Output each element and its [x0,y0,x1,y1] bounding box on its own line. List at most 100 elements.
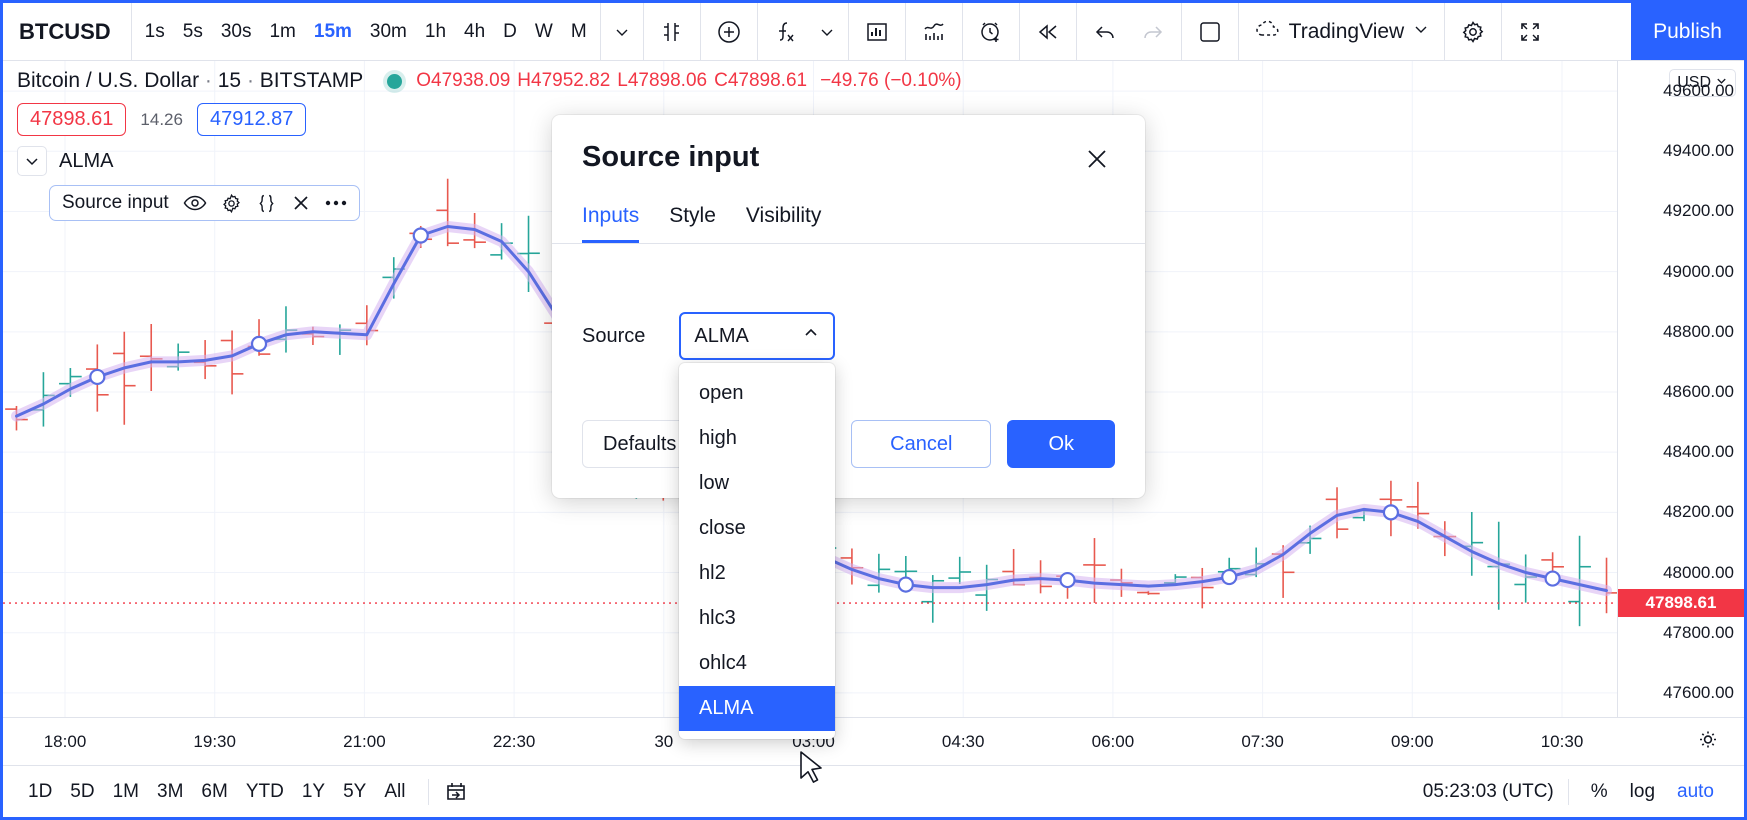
ohlc-key: H [517,70,531,91]
date-range-icon-button[interactable] [443,779,469,805]
collapse-indicator-button[interactable] [17,146,47,176]
ohlc-o: O47938.09 [416,70,510,92]
price-axis[interactable]: USD 49600.0049400.0049200.0049000.004880… [1617,61,1744,717]
dialog-tab-visibility[interactable]: Visibility [746,204,821,243]
ohlc-key: L [617,70,628,91]
fullscreen-icon-button[interactable] [1506,10,1554,54]
scale-mode-buttons: %logauto [1583,777,1722,807]
ohlc-change: −49.76 (−0.10%) [820,70,962,92]
eye-icon[interactable] [183,194,207,212]
timeframe-W[interactable]: W [526,16,562,47]
time-tick: 18:00 [44,732,87,752]
settings-group [1445,3,1502,60]
dropdown-option-open[interactable]: open [679,371,835,416]
undo-button[interactable] [1081,10,1129,54]
range-3M[interactable]: 3M [148,776,192,808]
range-1D[interactable]: 1D [19,776,61,808]
tradingview-brand-button[interactable]: TradingView [1243,18,1441,46]
source-code-icon[interactable] [256,193,277,214]
symbol-label: BTCUSD [19,19,111,45]
timeframe-5s[interactable]: 5s [174,16,212,47]
indicator-name-label[interactable]: ALMA [59,150,113,173]
dropdown-option-hl2[interactable]: hl2 [679,551,835,596]
dialog-header: Source input [552,115,1145,182]
layout-square-icon-button[interactable] [1186,10,1234,54]
dialog-tab-style[interactable]: Style [669,204,716,243]
indicators-more-button[interactable] [810,10,844,54]
ohlc-value: 47898.61 [728,70,807,91]
dropdown-option-low[interactable]: low [679,461,835,506]
add-compare-button[interactable] [705,10,753,54]
legend-symbol-title[interactable]: Bitcoin / U.S. Dollar · 15 · BITSTAMP [17,69,363,93]
range-1M[interactable]: 1M [104,776,148,808]
bottom-footer: 1D5D1M3M6MYTD1Y5YAll 05:23:03 (UTC) %log… [3,765,1744,817]
redo-button[interactable] [1129,10,1177,54]
bar-chart-icon-button[interactable] [853,10,901,54]
timeframe-1h[interactable]: 1h [416,16,455,47]
symbol-search-button[interactable]: BTCUSD [3,3,132,60]
cancel-button[interactable]: Cancel [851,420,991,468]
price-tick: 49600.00 [1663,81,1734,101]
gear-icon-button[interactable] [1449,10,1497,54]
scale-mode-%[interactable]: % [1583,777,1616,807]
legend-title-row: Bitcoin / U.S. Dollar · 15 · BITSTAMP O4… [17,69,962,93]
timeframe-M[interactable]: M [562,16,596,47]
timeframe-30m[interactable]: 30m [361,16,416,47]
range-6M[interactable]: 6M [192,776,236,808]
last-price-axis-badge[interactable]: 47898.61 [1618,589,1744,617]
timeframe-1m[interactable]: 1m [260,16,304,47]
range-5D[interactable]: 5D [61,776,103,808]
source-input-legend-label[interactable]: Source input [62,192,169,214]
line-chart-icon-button[interactable] [910,10,958,54]
source-select[interactable]: ALMA [679,312,835,360]
alarm-clock-plus-icon-button[interactable] [967,10,1015,54]
dropdown-option-close[interactable]: close [679,506,835,551]
close-icon[interactable] [291,193,311,213]
indicator-templates-group [906,3,963,60]
range-5Y[interactable]: 5Y [334,776,375,808]
dialog-close-icon[interactable] [1079,141,1115,182]
time-axis-settings-gear-icon[interactable] [1696,727,1720,756]
rewind-icon-button[interactable] [1024,10,1072,54]
scale-mode-auto[interactable]: auto [1669,777,1722,807]
timeframe-D[interactable]: D [494,16,526,47]
chart-type-group [644,3,701,60]
bid-price-badge[interactable]: 47912.87 [197,103,306,136]
add-compare-group [701,3,758,60]
price-tick: 48600.00 [1663,382,1734,402]
dropdown-option-high[interactable]: high [679,416,835,461]
publish-button[interactable]: Publish [1631,3,1744,60]
dropdown-option-ALMA[interactable]: ALMA [679,686,835,731]
timeframe-more-button[interactable] [605,10,639,54]
time-axis[interactable]: 18:0019:3021:0022:303003:0004:3006:0007:… [3,717,1744,765]
alert-group [963,3,1020,60]
dialog-inputs-content: Source ALMA [552,244,1145,394]
chart-type-button[interactable] [648,10,696,54]
last-price-badge[interactable]: 47898.61 [17,103,126,136]
legend-interval: 15 [218,69,241,92]
more-icon[interactable] [325,199,347,207]
market-open-dot-icon [387,74,402,89]
spread-value: 14.26 [140,110,183,130]
range-1Y[interactable]: 1Y [293,776,334,808]
timeframe-15m[interactable]: 15m [305,16,361,47]
gear-icon[interactable] [221,193,242,214]
scale-mode-log[interactable]: log [1622,777,1663,807]
timeframe-1s[interactable]: 1s [136,16,174,47]
dropdown-option-hlc3[interactable]: hlc3 [679,596,835,641]
timeframe-4h[interactable]: 4h [455,16,494,47]
ok-button[interactable]: Ok [1007,420,1115,468]
ohlc-value: 47938.09 [431,70,510,91]
dropdown-option-ohlc4[interactable]: ohlc4 [679,641,835,686]
timeframe-30s[interactable]: 30s [212,16,261,47]
brand-chevron-down-icon [1412,20,1430,44]
chevron-up-icon [802,324,820,348]
dialog-tab-inputs[interactable]: Inputs [582,204,639,243]
legend-sep-2: · [247,69,254,92]
range-All[interactable]: All [375,776,414,808]
ohlc-key: C [714,70,728,91]
price-tick: 47800.00 [1663,623,1734,643]
defaults-label: Defaults [603,433,676,456]
indicators-button[interactable] [762,10,810,54]
range-YTD[interactable]: YTD [237,776,293,808]
